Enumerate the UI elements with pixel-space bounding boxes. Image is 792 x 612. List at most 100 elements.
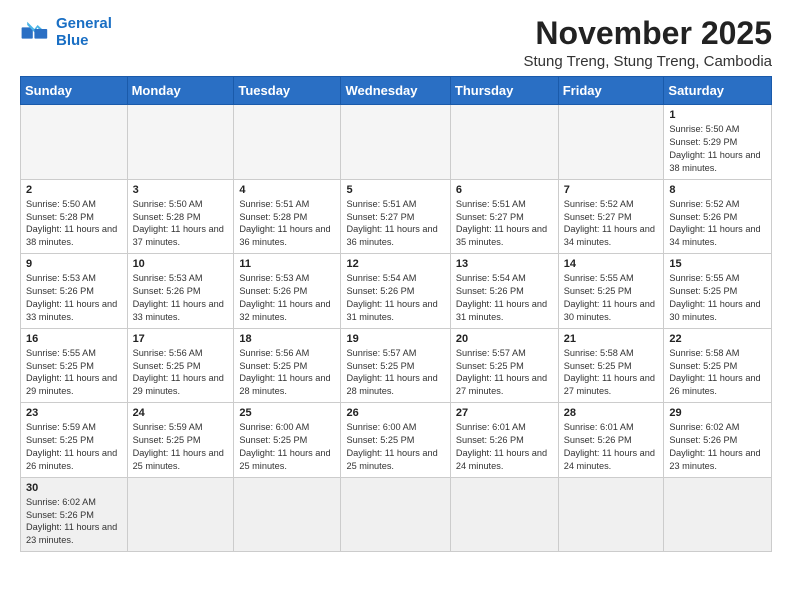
day-11: 11 Sunrise: 5:53 AMSunset: 5:26 PMDaylig… bbox=[234, 254, 341, 329]
day-info-25: Sunrise: 6:00 AMSunset: 5:25 PMDaylight:… bbox=[239, 421, 335, 473]
day-9: 9 Sunrise: 5:53 AMSunset: 5:26 PMDayligh… bbox=[21, 254, 128, 329]
day-number-10: 10 bbox=[133, 258, 229, 270]
day-info-12: Sunrise: 5:54 AMSunset: 5:26 PMDaylight:… bbox=[346, 272, 444, 324]
week-row-6: 30 Sunrise: 6:02 AMSunset: 5:26 PMDaylig… bbox=[21, 477, 772, 552]
day-info-5: Sunrise: 5:51 AMSunset: 5:27 PMDaylight:… bbox=[346, 198, 444, 250]
day-info-7: Sunrise: 5:52 AMSunset: 5:27 PMDaylight:… bbox=[564, 198, 659, 250]
week-row-2: 2 Sunrise: 5:50 AMSunset: 5:28 PMDayligh… bbox=[21, 179, 772, 254]
day-number-25: 25 bbox=[239, 407, 335, 419]
day-6: 6 Sunrise: 5:51 AMSunset: 5:27 PMDayligh… bbox=[450, 179, 558, 254]
main-title: November 2025 bbox=[524, 16, 773, 51]
day-number-4: 4 bbox=[239, 184, 335, 196]
week-row-4: 16 Sunrise: 5:55 AMSunset: 5:25 PMDaylig… bbox=[21, 328, 772, 403]
day-4: 4 Sunrise: 5:51 AMSunset: 5:28 PMDayligh… bbox=[234, 179, 341, 254]
day-empty bbox=[127, 477, 234, 552]
day-number-23: 23 bbox=[26, 407, 122, 419]
day-8: 8 Sunrise: 5:52 AMSunset: 5:26 PMDayligh… bbox=[664, 179, 772, 254]
day-29: 29 Sunrise: 6:02 AMSunset: 5:26 PMDaylig… bbox=[664, 403, 772, 478]
day-info-22: Sunrise: 5:58 AMSunset: 5:25 PMDaylight:… bbox=[669, 347, 766, 399]
day-info-15: Sunrise: 5:55 AMSunset: 5:25 PMDaylight:… bbox=[669, 272, 766, 324]
day-number-20: 20 bbox=[456, 333, 553, 345]
day-number-2: 2 bbox=[26, 184, 122, 196]
day-number-16: 16 bbox=[26, 333, 122, 345]
header-section: General Blue November 2025 Stung Treng, … bbox=[20, 16, 772, 70]
day-empty bbox=[450, 477, 558, 552]
calendar: Sunday Monday Tuesday Wednesday Thursday… bbox=[20, 76, 772, 552]
day-number-19: 19 bbox=[346, 333, 444, 345]
day-number-21: 21 bbox=[564, 333, 659, 345]
day-number-8: 8 bbox=[669, 184, 766, 196]
day-info-17: Sunrise: 5:56 AMSunset: 5:25 PMDaylight:… bbox=[133, 347, 229, 399]
col-monday: Monday bbox=[127, 77, 234, 105]
day-number-27: 27 bbox=[456, 407, 553, 419]
day-number-17: 17 bbox=[133, 333, 229, 345]
day-empty bbox=[234, 105, 341, 180]
day-17: 17 Sunrise: 5:56 AMSunset: 5:25 PMDaylig… bbox=[127, 328, 234, 403]
day-info-16: Sunrise: 5:55 AMSunset: 5:25 PMDaylight:… bbox=[26, 347, 122, 399]
day-number-28: 28 bbox=[564, 407, 659, 419]
day-empty bbox=[450, 105, 558, 180]
col-sunday: Sunday bbox=[21, 77, 128, 105]
day-info-27: Sunrise: 6:01 AMSunset: 5:26 PMDaylight:… bbox=[456, 421, 553, 473]
day-info-1: Sunrise: 5:50 AMSunset: 5:29 PMDaylight:… bbox=[669, 123, 766, 175]
day-number-9: 9 bbox=[26, 258, 122, 270]
week-row-3: 9 Sunrise: 5:53 AMSunset: 5:26 PMDayligh… bbox=[21, 254, 772, 329]
day-1: 1 Sunrise: 5:50 AMSunset: 5:29 PMDayligh… bbox=[664, 105, 772, 180]
day-28: 28 Sunrise: 6:01 AMSunset: 5:26 PMDaylig… bbox=[558, 403, 664, 478]
week-row-5: 23 Sunrise: 5:59 AMSunset: 5:25 PMDaylig… bbox=[21, 403, 772, 478]
day-info-10: Sunrise: 5:53 AMSunset: 5:26 PMDaylight:… bbox=[133, 272, 229, 324]
logo-icon bbox=[20, 19, 52, 47]
day-2: 2 Sunrise: 5:50 AMSunset: 5:28 PMDayligh… bbox=[21, 179, 128, 254]
title-block: November 2025 Stung Treng, Stung Treng, … bbox=[524, 16, 773, 70]
day-info-9: Sunrise: 5:53 AMSunset: 5:26 PMDaylight:… bbox=[26, 272, 122, 324]
logo: General Blue bbox=[20, 16, 112, 49]
day-info-3: Sunrise: 5:50 AMSunset: 5:28 PMDaylight:… bbox=[133, 198, 229, 250]
day-number-24: 24 bbox=[133, 407, 229, 419]
day-number-15: 15 bbox=[669, 258, 766, 270]
day-info-24: Sunrise: 5:59 AMSunset: 5:25 PMDaylight:… bbox=[133, 421, 229, 473]
logo-text-blue: Blue bbox=[56, 33, 112, 50]
day-5: 5 Sunrise: 5:51 AMSunset: 5:27 PMDayligh… bbox=[341, 179, 450, 254]
day-info-4: Sunrise: 5:51 AMSunset: 5:28 PMDaylight:… bbox=[239, 198, 335, 250]
logo-text-general: General bbox=[56, 16, 112, 33]
day-number-18: 18 bbox=[239, 333, 335, 345]
day-number-22: 22 bbox=[669, 333, 766, 345]
day-25: 25 Sunrise: 6:00 AMSunset: 5:25 PMDaylig… bbox=[234, 403, 341, 478]
day-22: 22 Sunrise: 5:58 AMSunset: 5:25 PMDaylig… bbox=[664, 328, 772, 403]
day-27: 27 Sunrise: 6:01 AMSunset: 5:26 PMDaylig… bbox=[450, 403, 558, 478]
day-info-28: Sunrise: 6:01 AMSunset: 5:26 PMDaylight:… bbox=[564, 421, 659, 473]
day-info-19: Sunrise: 5:57 AMSunset: 5:25 PMDaylight:… bbox=[346, 347, 444, 399]
day-info-8: Sunrise: 5:52 AMSunset: 5:26 PMDaylight:… bbox=[669, 198, 766, 250]
day-info-26: Sunrise: 6:00 AMSunset: 5:25 PMDaylight:… bbox=[346, 421, 444, 473]
day-number-7: 7 bbox=[564, 184, 659, 196]
day-number-6: 6 bbox=[456, 184, 553, 196]
day-number-14: 14 bbox=[564, 258, 659, 270]
day-number-3: 3 bbox=[133, 184, 229, 196]
col-wednesday: Wednesday bbox=[341, 77, 450, 105]
day-info-6: Sunrise: 5:51 AMSunset: 5:27 PMDaylight:… bbox=[456, 198, 553, 250]
day-3: 3 Sunrise: 5:50 AMSunset: 5:28 PMDayligh… bbox=[127, 179, 234, 254]
subtitle: Stung Treng, Stung Treng, Cambodia bbox=[524, 53, 773, 70]
day-empty bbox=[341, 477, 450, 552]
col-saturday: Saturday bbox=[664, 77, 772, 105]
day-empty bbox=[21, 105, 128, 180]
day-empty bbox=[558, 477, 664, 552]
day-number-30: 30 bbox=[26, 482, 122, 494]
col-thursday: Thursday bbox=[450, 77, 558, 105]
day-number-11: 11 bbox=[239, 258, 335, 270]
day-20: 20 Sunrise: 5:57 AMSunset: 5:25 PMDaylig… bbox=[450, 328, 558, 403]
day-info-11: Sunrise: 5:53 AMSunset: 5:26 PMDaylight:… bbox=[239, 272, 335, 324]
day-number-13: 13 bbox=[456, 258, 553, 270]
day-empty bbox=[127, 105, 234, 180]
day-13: 13 Sunrise: 5:54 AMSunset: 5:26 PMDaylig… bbox=[450, 254, 558, 329]
day-15: 15 Sunrise: 5:55 AMSunset: 5:25 PMDaylig… bbox=[664, 254, 772, 329]
col-tuesday: Tuesday bbox=[234, 77, 341, 105]
day-26: 26 Sunrise: 6:00 AMSunset: 5:25 PMDaylig… bbox=[341, 403, 450, 478]
day-19: 19 Sunrise: 5:57 AMSunset: 5:25 PMDaylig… bbox=[341, 328, 450, 403]
day-info-30: Sunrise: 6:02 AMSunset: 5:26 PMDaylight:… bbox=[26, 496, 122, 548]
day-info-20: Sunrise: 5:57 AMSunset: 5:25 PMDaylight:… bbox=[456, 347, 553, 399]
day-16: 16 Sunrise: 5:55 AMSunset: 5:25 PMDaylig… bbox=[21, 328, 128, 403]
day-empty bbox=[234, 477, 341, 552]
day-7: 7 Sunrise: 5:52 AMSunset: 5:27 PMDayligh… bbox=[558, 179, 664, 254]
day-number-12: 12 bbox=[346, 258, 444, 270]
